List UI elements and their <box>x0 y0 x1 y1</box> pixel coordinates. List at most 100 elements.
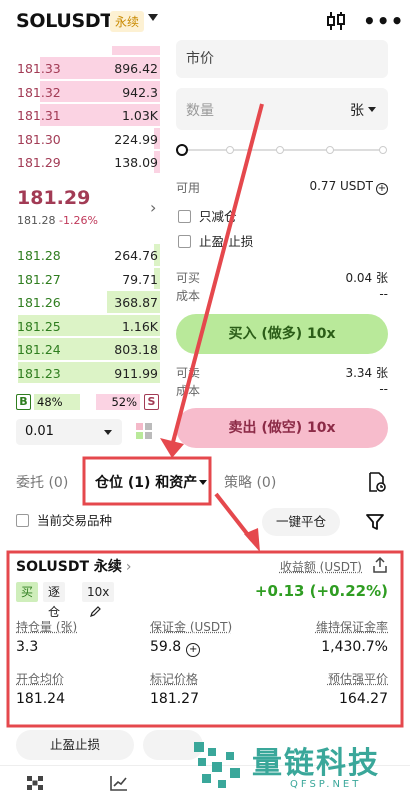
bid-row[interactable]: 181.28 264.76 <box>0 243 160 267</box>
cost-value: -- <box>379 287 388 301</box>
pnl-label[interactable]: 收益额 (USDT) <box>280 558 362 575</box>
bid-row[interactable]: 181.23 911.99 <box>0 361 160 385</box>
quantity-unit[interactable]: 张 <box>350 100 364 120</box>
margin-mode-badge[interactable]: 逐仓 <box>43 582 66 619</box>
available-value: 0.77 USDT <box>309 179 373 193</box>
grid-icon[interactable] <box>26 775 44 791</box>
checkbox-box <box>178 210 191 223</box>
chevron-down-icon[interactable] <box>368 107 376 112</box>
sell-short-button[interactable]: 卖出 (做空) 10x <box>176 408 388 448</box>
close-all-button[interactable]: 一键平仓 <box>262 508 340 536</box>
bid-price: 181.25 <box>17 318 61 334</box>
mmr-cell: 维持保证金率 1,430.7% <box>316 618 388 655</box>
add-funds-icon[interactable]: + <box>376 183 388 195</box>
liq-label[interactable]: 预估强平价 <box>328 672 388 686</box>
ask-amount: 138.09 <box>114 155 158 170</box>
depth-precision-select[interactable]: 0.01 <box>16 419 122 445</box>
bid-price: 181.24 <box>17 342 61 357</box>
cost-row: 成本 -- <box>176 287 388 304</box>
tab-strategies[interactable]: 策略 (0) <box>224 472 276 492</box>
chevron-right-icon[interactable]: › <box>150 198 156 217</box>
cost2-value: -- <box>379 382 388 396</box>
buy-long-button[interactable]: 买入 (做多) 10x <box>176 314 388 354</box>
header: SOLUSDT 永续 ••• <box>0 0 410 42</box>
ask-row[interactable]: 181.29 138.09 <box>0 150 160 174</box>
current-symbol-label: 当前交易品种 <box>37 513 113 528</box>
bid-price: 181.28 <box>17 248 61 263</box>
can-buy-row: 可买 0.04 张 <box>176 269 388 286</box>
mark-price-line: 181.28 -1.26% <box>17 214 98 227</box>
ask-price: 181.31 <box>17 108 61 123</box>
checkbox-box <box>178 235 191 248</box>
ask-amount: 942.3 <box>122 84 158 100</box>
buy-sell-ratio: B 48% 52% S <box>16 394 159 410</box>
tp-sl-label: 止盈/止损 <box>199 234 254 249</box>
can-sell-row: 可卖 3.34 张 <box>176 364 388 381</box>
order-type-field[interactable]: 市价 <box>176 40 388 78</box>
current-symbol-checkbox[interactable]: 当前交易品种 <box>16 510 112 529</box>
margin-label[interactable]: 保证金 (USDT) <box>150 620 232 634</box>
slider-step[interactable] <box>326 146 334 154</box>
bid-row[interactable]: 181.26 368.87 <box>0 290 160 314</box>
add-margin-icon[interactable]: + <box>186 643 201 657</box>
tp-sl-checkbox[interactable]: 止盈/止损 <box>178 231 253 250</box>
bid-price: 181.23 <box>17 365 61 381</box>
ask-row[interactable]: 181.32 942.3 <box>0 80 160 104</box>
reduce-only-checkbox[interactable]: 只减仓 <box>178 206 237 225</box>
ask-row[interactable]: 181.30 224.99 <box>0 127 160 151</box>
size-label[interactable]: 持仓量 (张) <box>16 620 77 634</box>
available-row: 可用 0.77 USDT + <box>176 179 388 196</box>
ask-amount: 224.99 <box>114 131 158 147</box>
cost2-row: 成本 -- <box>176 382 388 399</box>
slider-step[interactable] <box>276 146 284 154</box>
bid-amount: 79.71 <box>122 271 158 287</box>
share-icon[interactable] <box>372 557 388 573</box>
slider-knob[interactable] <box>176 144 188 156</box>
filter-icon[interactable] <box>366 513 384 531</box>
bid-row[interactable]: 181.27 79.71 <box>0 267 160 291</box>
buy-percent: 48% <box>34 394 80 410</box>
checkbox-box <box>16 514 29 527</box>
more-icon[interactable]: ••• <box>363 11 404 31</box>
chevron-down-icon[interactable] <box>148 14 158 21</box>
mmr-label[interactable]: 维持保证金率 <box>316 620 388 634</box>
mark-label[interactable]: 标记价格 <box>150 672 198 686</box>
ask-row[interactable] <box>0 46 160 56</box>
quantity-input[interactable]: 数量 张 <box>176 88 388 130</box>
chevron-right-icon: › <box>125 559 132 575</box>
slider-step[interactable] <box>379 146 387 154</box>
candlestick-icon[interactable] <box>325 10 347 32</box>
tp-sl-button[interactable]: 止盈止损 <box>16 730 134 760</box>
leverage-badge[interactable]: 10x <box>82 582 115 617</box>
can-buy-label: 可买 <box>176 271 201 285</box>
slider-step[interactable] <box>226 146 234 154</box>
ask-row[interactable]: 181.31 1.03K <box>0 103 160 127</box>
pair-title[interactable]: SOLUSDT <box>16 10 113 32</box>
sell-percent: 52% <box>96 394 140 410</box>
bid-amount: 911.99 <box>114 365 158 381</box>
history-document-icon[interactable] <box>368 472 386 492</box>
ask-row[interactable]: 181.33 896.42 <box>0 56 160 80</box>
bid-amount: 803.18 <box>114 342 158 357</box>
pnl-value: +0.13 (+0.22%) <box>254 582 388 600</box>
ask-depth-bar <box>112 46 160 55</box>
position-card[interactable]: SOLUSDT 永续 › 收益额 (USDT) +0.13 (+0.22%) 买 … <box>16 556 388 707</box>
bid-row[interactable]: 181.24 803.18 <box>0 337 160 361</box>
pencil-icon <box>90 606 101 617</box>
price-change: -1.26% <box>59 214 98 227</box>
bottom-tabs: 委托 (0) 仓位 (1) 和资产 策略 (0) <box>0 466 410 498</box>
tab-orders[interactable]: 委托 (0) <box>16 472 68 492</box>
chart-icon[interactable] <box>110 775 128 791</box>
tab-positions[interactable]: 仓位 (1) 和资产 <box>95 472 208 492</box>
orderbook-layout-icon[interactable] <box>136 423 152 439</box>
quantity-slider[interactable] <box>176 143 388 157</box>
liq-cell: 预估强平价 164.27 <box>328 670 388 707</box>
mark-price: 181.28 <box>17 214 56 227</box>
cost-label: 成本 <box>176 289 201 303</box>
entry-label[interactable]: 开仓均价 <box>16 672 64 686</box>
bid-row[interactable]: 181.25 1.16K <box>0 314 160 338</box>
reduce-only-label: 只减仓 <box>199 209 237 224</box>
margin-value: 59.8 <box>150 639 182 655</box>
margin-value-wrap: 59.8 + <box>150 639 232 657</box>
watermark-logo-icon <box>194 742 240 788</box>
